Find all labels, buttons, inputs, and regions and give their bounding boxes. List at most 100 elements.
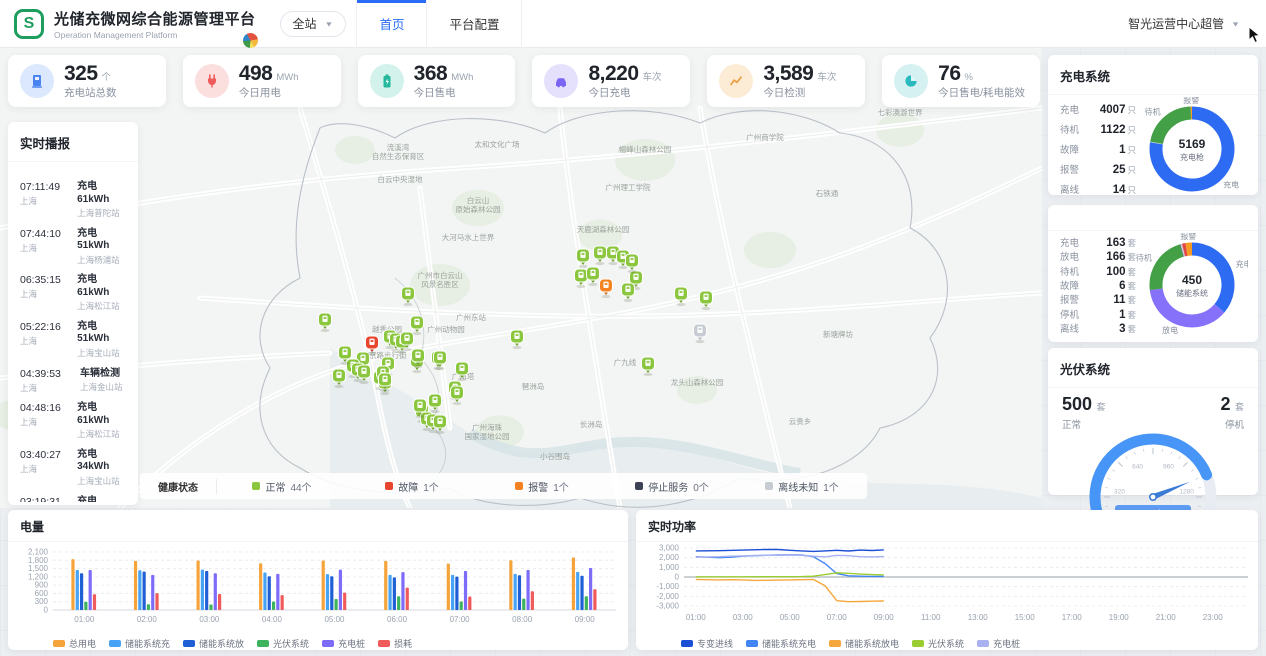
health-legend-item: 正常44个: [217, 479, 347, 494]
bar-储能系统放: [268, 576, 271, 610]
donut-segment-故障[interactable]: [1184, 249, 1187, 250]
map-place-label: 长洲岛: [580, 419, 603, 429]
svg-text:09:00: 09:00: [874, 613, 895, 622]
health-status-legend: 健康状态 正常44个故障1个报警1个停止服务0个离线未知1个: [140, 473, 867, 499]
legend-item-光伏系统[interactable]: 光伏系统: [912, 637, 964, 650]
legend-item-储能系统放电[interactable]: 储能系统放电: [829, 637, 899, 650]
svg-text:21:00: 21:00: [1156, 613, 1177, 622]
stat-row: 故障6套: [1060, 278, 1136, 292]
bar-储能系统充: [514, 574, 517, 610]
app-header: S 光储充微网综合能源管理平台 Operation Management Pla…: [0, 0, 1266, 48]
stat-row: 停机1套: [1060, 307, 1136, 321]
svg-text:960: 960: [1163, 464, 1174, 471]
pv-panel-title: 光伏系统: [1048, 348, 1258, 388]
line-专变进线: [696, 550, 884, 552]
svg-text:3,000: 3,000: [659, 544, 680, 553]
svg-text:03:00: 03:00: [199, 615, 220, 624]
charging-system-panel: 充电系统 充电4007只待机1122只故障1只报警25只离线14只 充电待机报警…: [1048, 55, 1258, 195]
svg-text:报警: 报警: [1183, 97, 1199, 105]
battery-icon: [370, 64, 404, 98]
kpi-card-5: 76 % 今日售电/耗电能效: [882, 55, 1040, 107]
donut-segment-待机[interactable]: [1156, 251, 1182, 290]
bar-储能系统放: [143, 572, 146, 610]
svg-text:900: 900: [35, 581, 49, 590]
plug-icon: [195, 64, 229, 98]
map-place-label: 广九线: [614, 357, 637, 367]
kpi-card-0: 325 个 充电站总数: [8, 55, 166, 107]
legend-item-充电桩[interactable]: 充电桩: [322, 637, 365, 650]
map-place-label: 广州东站: [456, 312, 486, 322]
pv-gauge: 0320640960128016001200 kW: [1048, 427, 1258, 523]
chevron-down-icon: ▼: [325, 20, 334, 28]
user-menu[interactable]: 智光运营中心超管 ▼: [1128, 15, 1240, 32]
svg-text:07:00: 07:00: [450, 615, 471, 624]
city-map[interactable]: 七彩澳游世界太和文化广场帽峰山森林公园流溪湾自然生态保育区白云中央湿地广州理工学…: [0, 48, 1042, 508]
legend-item-损耗[interactable]: 损耗: [378, 637, 412, 650]
kpi-label: 今日售电: [414, 88, 474, 100]
bar-光伏系统: [585, 596, 588, 610]
broadcast-list[interactable]: 07:11:49上海 充电61kWh上海普陀站07:44:10上海 充电51kW…: [8, 162, 138, 502]
tab-config[interactable]: 平台配置: [427, 0, 522, 48]
user-name: 智光运营中心超管: [1128, 15, 1224, 32]
kpi-card-2: 368 MWh 今日售电: [358, 55, 516, 107]
storage-panel-title: [1048, 205, 1258, 231]
bar-光伏系统: [335, 599, 338, 610]
car-icon: [544, 64, 578, 98]
svg-text:320: 320: [1114, 489, 1125, 496]
legend-item-储能系统充电[interactable]: 储能系统充电: [746, 637, 816, 650]
svg-text:-1,000: -1,000: [656, 582, 679, 591]
legend-item-专变进线[interactable]: 专变进线: [681, 637, 733, 650]
kpi-card-4: 3,589 车次 今日检测: [707, 55, 865, 107]
health-legend-item: 报警1个: [477, 479, 607, 494]
map-place-label: 天鹿湖森林公园: [577, 224, 630, 234]
broadcast-item: 07:44:10上海 充电51kWh上海杨浦站: [20, 219, 126, 266]
bar-充电桩: [276, 574, 279, 610]
kpi-value: 325: [64, 62, 98, 85]
kpi-unit: %: [965, 73, 973, 83]
svg-text:01:00: 01:00: [686, 613, 707, 622]
svg-text:02:00: 02:00: [137, 615, 158, 624]
svg-text:05:00: 05:00: [780, 613, 801, 622]
svg-text:03:00: 03:00: [733, 613, 754, 622]
bar-储能系统放: [330, 576, 333, 610]
trend-icon: [719, 64, 753, 98]
power-chart-legend: 专变进线储能系统充电储能系统放电光伏系统充电桩: [636, 637, 1258, 650]
bar-损耗: [531, 591, 534, 610]
map-place-label: 大河马水上世界: [442, 232, 495, 242]
health-legend-item: 停止服务0个: [607, 479, 737, 494]
legend-item-充电桩[interactable]: 充电桩: [977, 637, 1020, 650]
bar-充电桩: [214, 573, 217, 610]
legend-item-储能系统放[interactable]: 储能系统放: [183, 637, 244, 650]
bar-储能系统充: [451, 575, 454, 610]
legend-title: 健康状态: [140, 479, 217, 494]
svg-text:11:00: 11:00: [921, 613, 941, 622]
legend-item-光伏系统[interactable]: 光伏系统: [257, 637, 309, 650]
bar-储能系统放: [518, 575, 521, 610]
map-place-label: 琶洲岛: [522, 381, 545, 391]
bar-光伏系统: [522, 599, 525, 610]
bar-总用电: [322, 561, 325, 610]
bar-损耗: [343, 593, 346, 610]
site-selector[interactable]: 全站 ▼: [280, 11, 347, 37]
kpi-value: 8,220: [588, 62, 638, 85]
legend-item-总用电[interactable]: 总用电: [53, 637, 96, 650]
svg-text:300: 300: [35, 597, 49, 606]
chevron-down-icon: ▼: [1231, 20, 1240, 28]
bar-充电桩: [339, 570, 342, 610]
bar-储能系统放: [580, 576, 583, 610]
stat-row: 故障1只: [1060, 142, 1136, 156]
legend-item-储能系统充[interactable]: 储能系统充: [109, 637, 170, 650]
svg-text:0: 0: [675, 573, 680, 582]
map-place-label: 云贵乡: [789, 416, 812, 426]
broadcast-item: 03:40:27上海 充电34kWh上海宝山站: [20, 440, 126, 487]
stat-row: 离线14只: [1060, 182, 1136, 196]
bar-损耗: [281, 595, 284, 610]
tab-home[interactable]: 首页: [357, 0, 427, 48]
kpi-label: 今日用电: [239, 88, 299, 100]
bar-损耗: [155, 593, 158, 610]
bar-总用电: [384, 561, 387, 610]
kpi-card-1: 498 MWh 今日用电: [183, 55, 341, 107]
svg-text:04:00: 04:00: [262, 615, 283, 624]
bar-储能系统充: [138, 570, 141, 610]
kpi-row: 325 个 充电站总数 498 MWh 今日用电 368 MWh 今日售电 8,…: [8, 55, 1040, 107]
